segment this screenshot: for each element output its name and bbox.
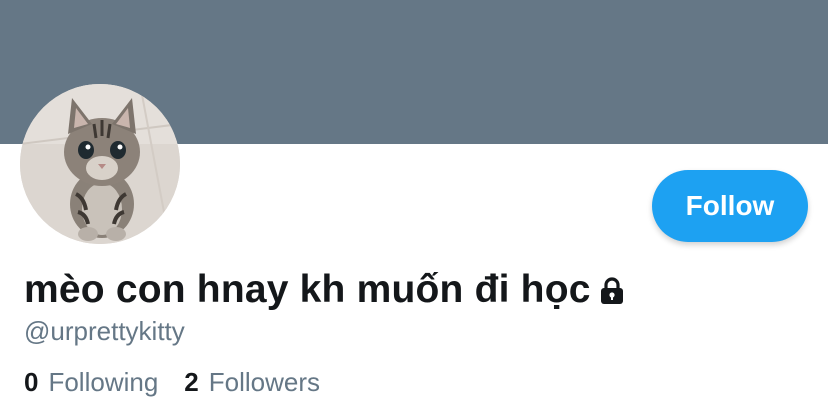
avatar[interactable]	[20, 84, 180, 244]
profile-page: Follow mèo con hnay kh muốn đi học @urpr…	[0, 0, 828, 420]
profile-handle: @urprettykitty	[24, 316, 185, 346]
following-stat[interactable]: 0 Following	[24, 367, 158, 398]
following-label: Following	[48, 367, 159, 397]
lock-icon	[597, 276, 627, 311]
followers-stat[interactable]: 2 Followers	[184, 367, 320, 398]
display-name-row: mèo con hnay kh muốn đi học	[24, 268, 627, 312]
followers-label: Followers	[208, 367, 321, 397]
following-count: 0	[24, 367, 39, 397]
followers-count: 2	[184, 367, 199, 397]
display-name: mèo con hnay kh muốn đi học	[24, 268, 591, 311]
kitten-photo-icon	[20, 84, 180, 244]
follow-button[interactable]: Follow	[652, 170, 808, 242]
profile-stats: 0 Following 2 Followers	[24, 367, 346, 398]
